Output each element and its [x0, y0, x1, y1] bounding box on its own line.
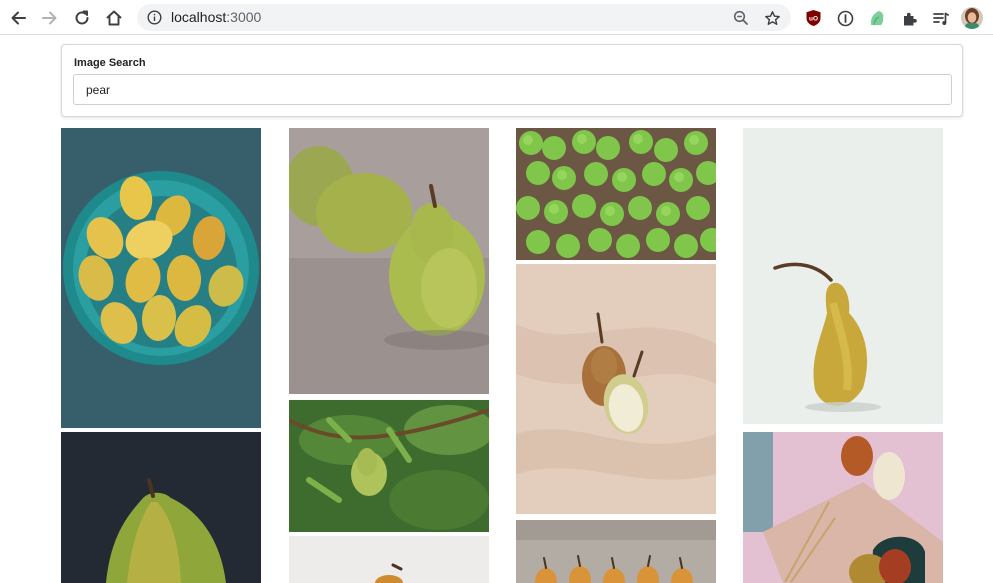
photo-pear-halves-cloth[interactable] — [516, 264, 716, 514]
url-host: localhost — [171, 9, 227, 25]
photo-dark-green-pear[interactable] — [61, 432, 261, 583]
search-card: Image Search — [61, 44, 963, 117]
green-extension-icon[interactable] — [866, 7, 888, 29]
photo-pear-tree-branch[interactable] — [289, 400, 489, 532]
back-button[interactable] — [5, 5, 31, 31]
puzzle-extensions-icon[interactable] — [898, 7, 920, 29]
address-bar[interactable]: localhost:3000 — [137, 4, 791, 31]
photo-teal-bowl-yellow-pears[interactable] — [61, 128, 261, 428]
home-button[interactable] — [101, 5, 127, 31]
forward-button[interactable] — [37, 5, 63, 31]
star-icon[interactable] — [762, 8, 782, 28]
arrow-right-icon — [42, 11, 57, 25]
browser-toolbar: localhost:3000 uO — [0, 0, 993, 35]
photo-pink-wood-pears[interactable] — [743, 432, 943, 583]
info-icon[interactable] — [146, 9, 163, 26]
profile-avatar-icon[interactable] — [961, 7, 983, 29]
reload-button[interactable] — [69, 5, 95, 31]
photo-green-pear-grey[interactable] — [289, 128, 489, 394]
ublock-origin-icon[interactable]: uO — [802, 7, 824, 29]
zoom-out-icon[interactable] — [731, 8, 751, 28]
photo-green-pears-crates[interactable] — [516, 128, 716, 260]
arrow-left-icon — [11, 11, 26, 25]
reading-list-icon[interactable] — [930, 7, 952, 29]
home-icon — [106, 10, 122, 26]
one-password-icon[interactable] — [834, 7, 856, 29]
photo-pear-row[interactable] — [516, 520, 716, 583]
reload-icon — [75, 10, 89, 25]
search-input[interactable] — [73, 74, 952, 105]
photo-pear-on-light[interactable] — [289, 536, 489, 583]
ublock-badge: uO — [808, 16, 817, 23]
url-text[interactable]: localhost:3000 — [171, 9, 261, 26]
url-port: :3000 — [226, 9, 262, 25]
search-label: Image Search — [74, 57, 146, 69]
photo-single-yellow-pear-white[interactable] — [743, 128, 943, 424]
